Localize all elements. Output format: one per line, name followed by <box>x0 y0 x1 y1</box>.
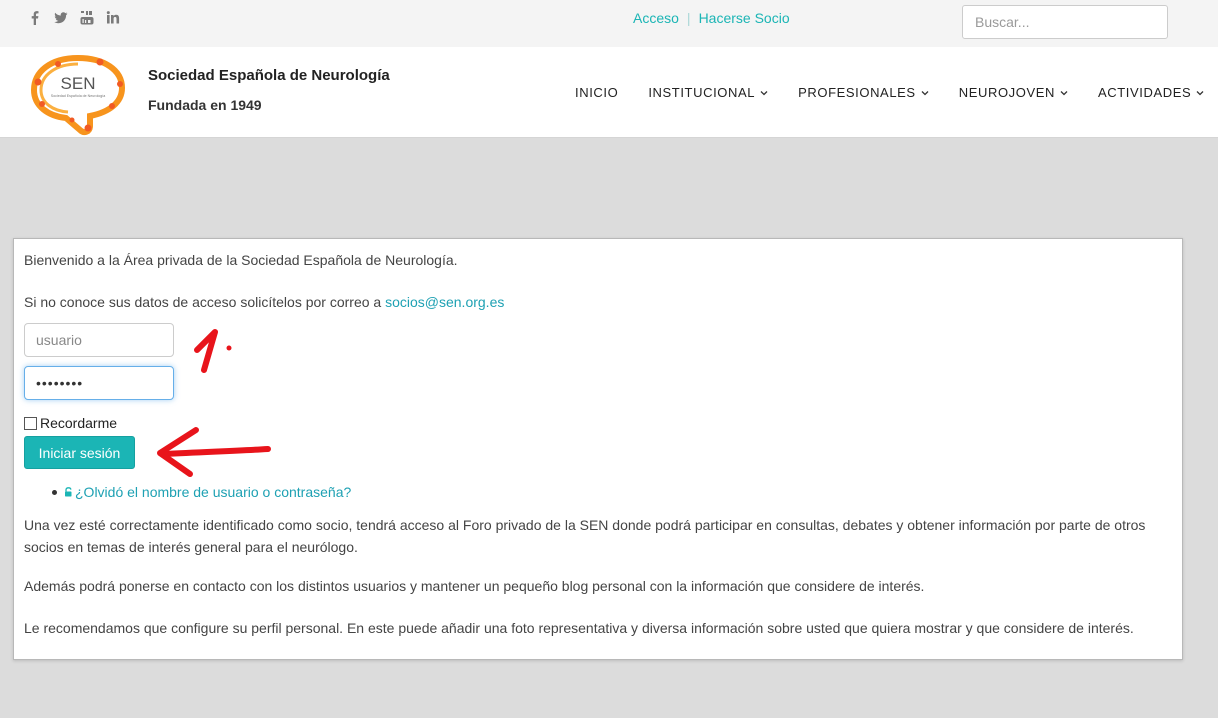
site-subtitle: Fundada en 1949 <box>148 97 262 113</box>
remember-checkbox[interactable] <box>24 416 37 430</box>
top-bar: Acceso | Hacerse Socio <box>0 0 1218 47</box>
social-links <box>28 10 120 25</box>
welcome-text: Bienvenido a la Área privada de la Socie… <box>24 252 458 268</box>
forgot-credentials: ¿Olvidó el nombre de usuario o contraseñ… <box>52 484 351 500</box>
facebook-icon[interactable] <box>28 10 42 25</box>
nav-item-label: INSTITUCIONAL <box>648 85 756 100</box>
login-button[interactable]: Iniciar sesión <box>24 436 135 469</box>
info-paragraph-foro: Una vez esté correctamente identificado … <box>24 517 1146 555</box>
lock-open-icon <box>65 487 72 497</box>
contact-text: Si no conoce sus datos de acceso solicít… <box>24 294 504 310</box>
username-input[interactable] <box>24 323 174 357</box>
chevron-down-icon <box>921 90 929 95</box>
nav-item-profesionales[interactable]: PROFESIONALES <box>798 85 929 100</box>
chevron-down-icon <box>1196 90 1204 95</box>
info-paragraph-perfil: Le recomendamos que configure su perfil … <box>24 620 1134 636</box>
login-link[interactable]: Acceso <box>633 10 679 26</box>
contact-prefix: Si no conoce sus datos de acceso solicít… <box>24 294 386 310</box>
chevron-down-icon <box>1060 90 1068 95</box>
nav-item-label: PROFESIONALES <box>798 85 916 100</box>
twitter-icon[interactable] <box>54 10 68 25</box>
password-input[interactable] <box>24 366 174 400</box>
youtube-icon[interactable] <box>80 10 94 25</box>
sen-logo[interactable]: SEN Sociedad Española de Neurología <box>28 52 128 136</box>
link-separator: | <box>686 10 691 26</box>
info-paragraph-contacto: Además podrá ponerse en contacto con los… <box>24 578 925 594</box>
login-panel: Bienvenido a la Área privada de la Socie… <box>13 238 1183 660</box>
logo-text: SEN <box>61 74 96 93</box>
nav-item-actividades[interactable]: ACTIVIDADES <box>1098 85 1204 100</box>
nav-item-label: INICIO <box>575 85 619 100</box>
list-bullet <box>52 489 57 495</box>
remember-label: Recordarme <box>40 415 118 431</box>
top-links: Acceso | Hacerse Socio <box>633 10 790 26</box>
logo-subtext: Sociedad Española de Neurología <box>51 94 106 98</box>
contact-email-link[interactable]: socios@sen.org.es <box>385 294 504 310</box>
nav-item-label: NEUROJOVEN <box>958 85 1055 100</box>
linkedin-icon[interactable] <box>106 10 120 25</box>
join-link[interactable]: Hacerse Socio <box>699 10 790 26</box>
search-input[interactable] <box>962 5 1168 39</box>
remember-me[interactable]: Recordarme <box>24 415 117 431</box>
nav-item-institucional[interactable]: INSTITUCIONAL <box>648 85 768 100</box>
site-title: Sociedad Española de Neurología <box>148 67 390 84</box>
main-nav: INICIO INSTITUCIONAL PROFESIONALES NEURO… <box>575 85 1204 100</box>
chevron-down-icon <box>760 90 768 95</box>
site-header: SEN Sociedad Española de Neurología Soci… <box>0 47 1218 138</box>
nav-item-label: ACTIVIDADES <box>1098 85 1192 100</box>
nav-item-neurojoven[interactable]: NEUROJOVEN <box>959 85 1068 100</box>
forgot-link[interactable]: ¿Olvidó el nombre de usuario o contraseñ… <box>75 484 351 500</box>
nav-item-inicio[interactable]: INICIO <box>575 85 618 100</box>
